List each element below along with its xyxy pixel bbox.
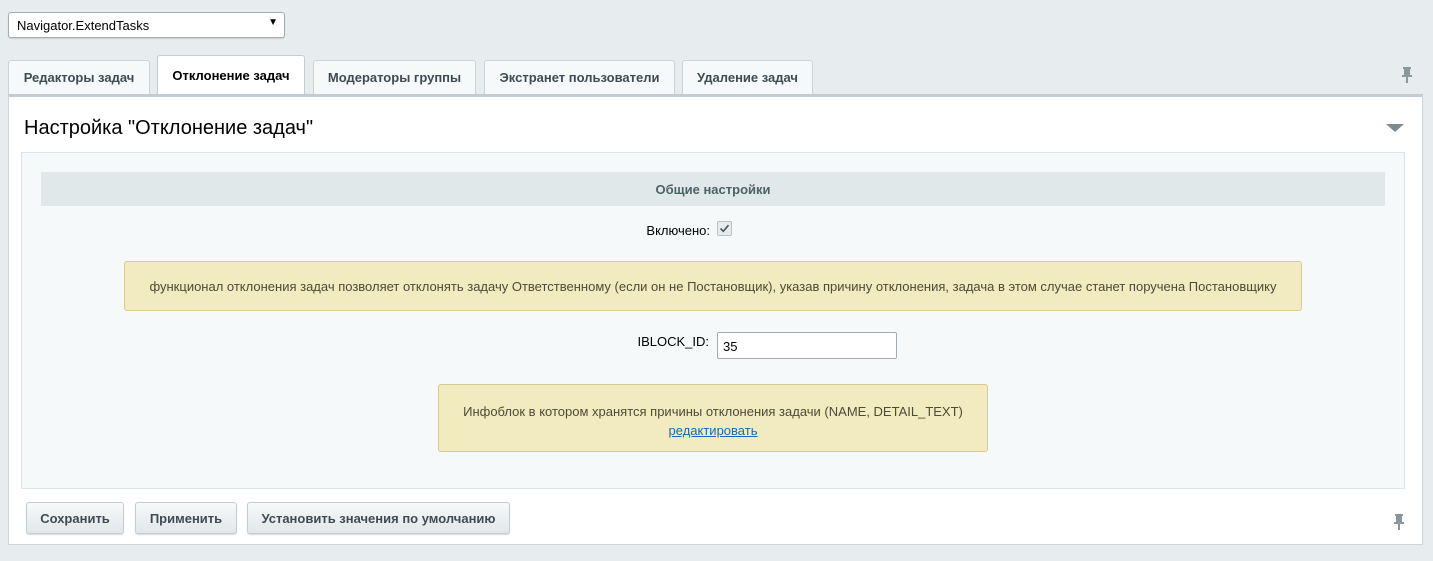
module-select[interactable]: Navigator.ExtendTasks ▼ [8, 12, 285, 38]
settings-form: Общие настройки Включено: функционал отк… [21, 152, 1405, 489]
tab-group-moderators[interactable]: Модераторы группы [313, 60, 476, 94]
panel-title: Настройка "Отклонение задач" [24, 117, 314, 139]
section-header: Общие настройки [41, 172, 1385, 206]
module-select-value: Navigator.ExtendTasks [17, 18, 150, 33]
triangle-down-icon[interactable] [1386, 124, 1404, 132]
edit-link[interactable]: редактировать [669, 423, 758, 438]
checkmark-icon [719, 224, 730, 233]
set-defaults-button[interactable]: Установить значения по умолчанию [247, 502, 510, 534]
dropdown-arrow-icon: ▼ [268, 17, 278, 28]
iblock-id-input[interactable] [717, 332, 897, 359]
apply-button[interactable]: Применить [135, 502, 237, 534]
tab-task-rejection[interactable]: Отклонение задач [157, 55, 305, 95]
pin-icon[interactable] [1390, 513, 1408, 531]
pin-icon[interactable] [1398, 66, 1416, 84]
rejection-info-note: функционал отклонения задач позволяет от… [124, 261, 1302, 311]
enabled-checkbox[interactable] [717, 221, 732, 236]
settings-panel: Настройка "Отклонение задач" Общие настр… [8, 94, 1423, 545]
tab-extranet-users[interactable]: Экстранет пользователи [484, 60, 675, 94]
enabled-label: Включено: [646, 223, 710, 238]
tab-task-deletion[interactable]: Удаление задач [682, 60, 813, 94]
save-button[interactable]: Сохранить [26, 502, 124, 534]
tab-task-editors[interactable]: Редакторы задач [8, 60, 150, 94]
iblock-info-note: Инфоблок в котором хранятся причины откл… [438, 384, 988, 452]
iblock-id-label: IBLOCK_ID: [637, 334, 709, 349]
iblock-info-text: Инфоблок в котором хранятся причины откл… [463, 404, 963, 419]
